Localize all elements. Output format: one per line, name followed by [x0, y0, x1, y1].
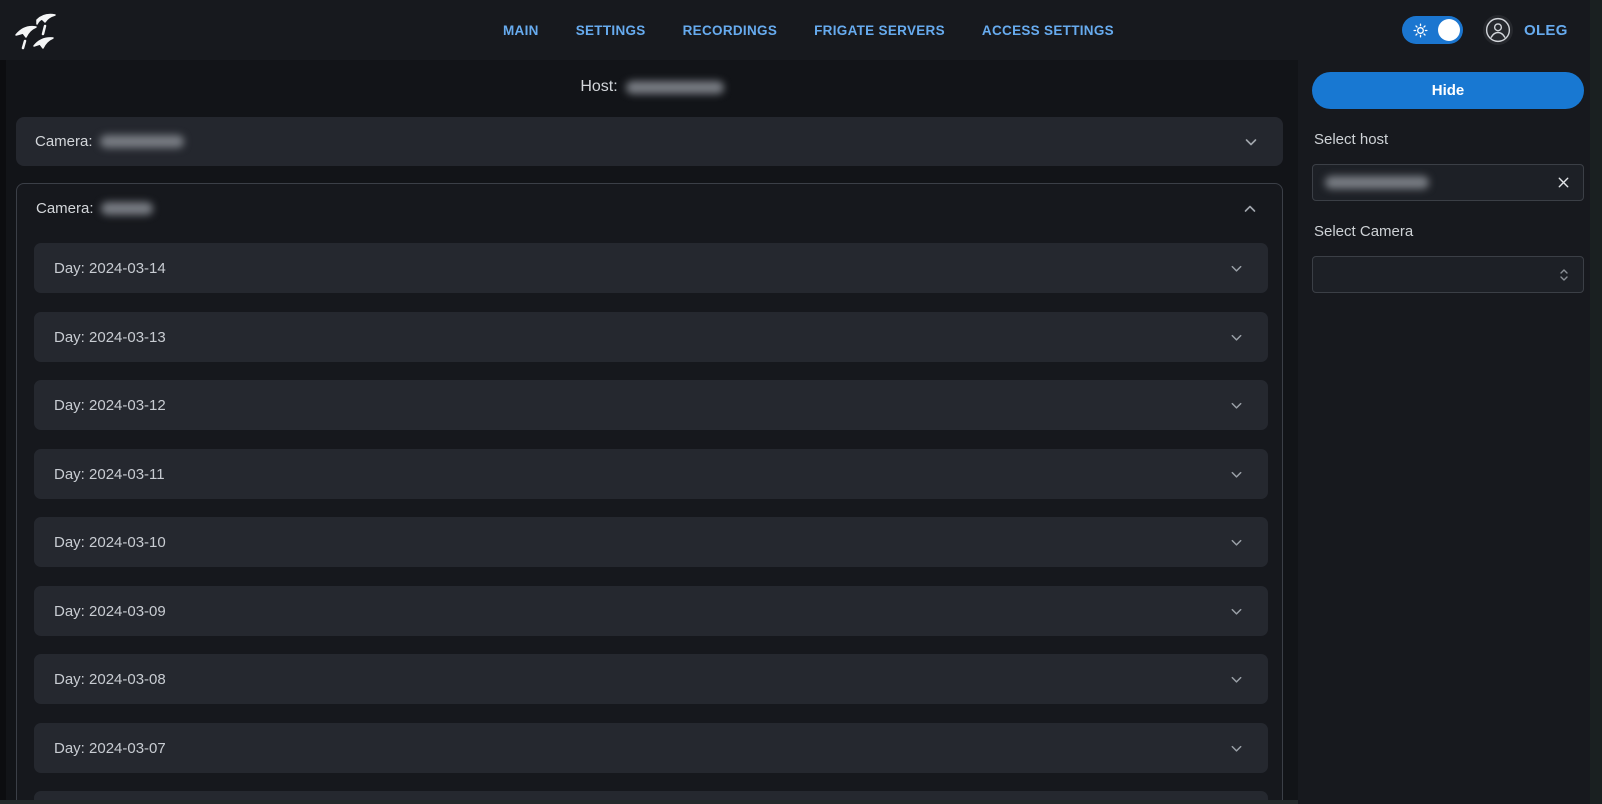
host-select[interactable]	[1312, 164, 1584, 201]
username-label[interactable]: OLEG	[1524, 0, 1568, 60]
day-label: Day: 2024-03-07	[54, 740, 166, 757]
day-row[interactable]: Day: 2024-03-12	[34, 380, 1268, 430]
nav-item-frigate-servers[interactable]: FRIGATE SERVERS	[814, 23, 945, 38]
camera-label: Camera:	[35, 133, 93, 150]
day-label: Day: 2024-03-14	[54, 260, 166, 277]
select-camera-label: Select Camera	[1314, 223, 1576, 240]
chevron-down-icon	[1229, 535, 1244, 550]
select-host-label: Select host	[1314, 131, 1576, 148]
frigate-logo-icon[interactable]	[12, 8, 60, 54]
day-row[interactable]: Day: 2024-03-07	[34, 723, 1268, 773]
chevron-down-icon	[1229, 672, 1244, 687]
camera-select[interactable]	[1312, 256, 1584, 293]
chevron-down-icon	[1229, 604, 1244, 619]
hide-button[interactable]: Hide	[1312, 72, 1584, 109]
chevron-down-icon	[1229, 330, 1244, 345]
right-sidebar: Hide Select host Select Camera	[1298, 60, 1590, 804]
navbar: MAIN SETTINGS RECORDINGS FRIGATE SERVERS…	[0, 0, 1602, 60]
day-row[interactable]: Day: 2024-03-11	[34, 449, 1268, 499]
camera-accordion-header[interactable]: Camera:	[17, 184, 1282, 233]
camera-accordion-header[interactable]: Camera:	[16, 117, 1283, 166]
left-edge	[0, 60, 6, 804]
main-content: Host: Camera: Camera: Day: 2024-03-14 Da…	[6, 60, 1298, 804]
redacted-camera-name	[100, 135, 184, 148]
day-label: Day: 2024-03-13	[54, 329, 166, 346]
day-row[interactable]: Day: 2024-03-13	[34, 312, 1268, 362]
horizontal-scrollbar[interactable]	[0, 800, 1298, 804]
redacted-host-name	[626, 81, 724, 94]
day-label: Day: 2024-03-08	[54, 671, 166, 688]
camera-label: Camera:	[36, 200, 94, 217]
host-label: Host:	[580, 78, 617, 96]
day-label: Day: 2024-03-09	[54, 603, 166, 620]
theme-toggle[interactable]	[1402, 16, 1463, 44]
host-header: Host:	[6, 78, 1298, 96]
select-spinner-icon[interactable]	[1557, 267, 1571, 283]
nav-item-main[interactable]: MAIN	[503, 23, 539, 38]
day-row[interactable]: Day: 2024-03-14	[34, 243, 1268, 293]
day-row[interactable]: Day: 2024-03-08	[34, 654, 1268, 704]
camera-accordion-expanded: Camera: Day: 2024-03-14 Day: 2024-03-13 …	[16, 183, 1283, 804]
day-row[interactable]: Day: 2024-03-09	[34, 586, 1268, 636]
toggle-knob	[1438, 19, 1460, 41]
redacted-host-value	[1325, 176, 1429, 189]
nav-item-recordings[interactable]: RECORDINGS	[683, 23, 778, 38]
chevron-down-icon	[1229, 467, 1244, 482]
vertical-scrollbar[interactable]	[1590, 0, 1602, 804]
main-nav: MAIN SETTINGS RECORDINGS FRIGATE SERVERS…	[503, 0, 1114, 60]
chevron-down-icon	[1229, 741, 1244, 756]
day-label: Day: 2024-03-11	[54, 466, 165, 483]
chevron-down-icon	[1229, 398, 1244, 413]
camera-accordion-collapsed: Camera:	[16, 117, 1283, 166]
redacted-camera-name	[101, 202, 153, 215]
day-label: Day: 2024-03-10	[54, 534, 166, 551]
nav-item-access-settings[interactable]: ACCESS SETTINGS	[982, 23, 1114, 38]
chevron-down-icon	[1229, 261, 1244, 276]
nav-item-settings[interactable]: SETTINGS	[576, 23, 646, 38]
user-icon	[1485, 17, 1511, 43]
clear-host-icon[interactable]	[1556, 175, 1571, 190]
sun-icon	[1413, 23, 1428, 38]
day-label: Day: 2024-03-12	[54, 397, 166, 414]
chevron-down-icon	[1243, 134, 1259, 150]
chevron-up-icon	[1242, 201, 1258, 217]
user-avatar[interactable]	[1483, 15, 1513, 45]
day-row[interactable]: Day: 2024-03-10	[34, 517, 1268, 567]
